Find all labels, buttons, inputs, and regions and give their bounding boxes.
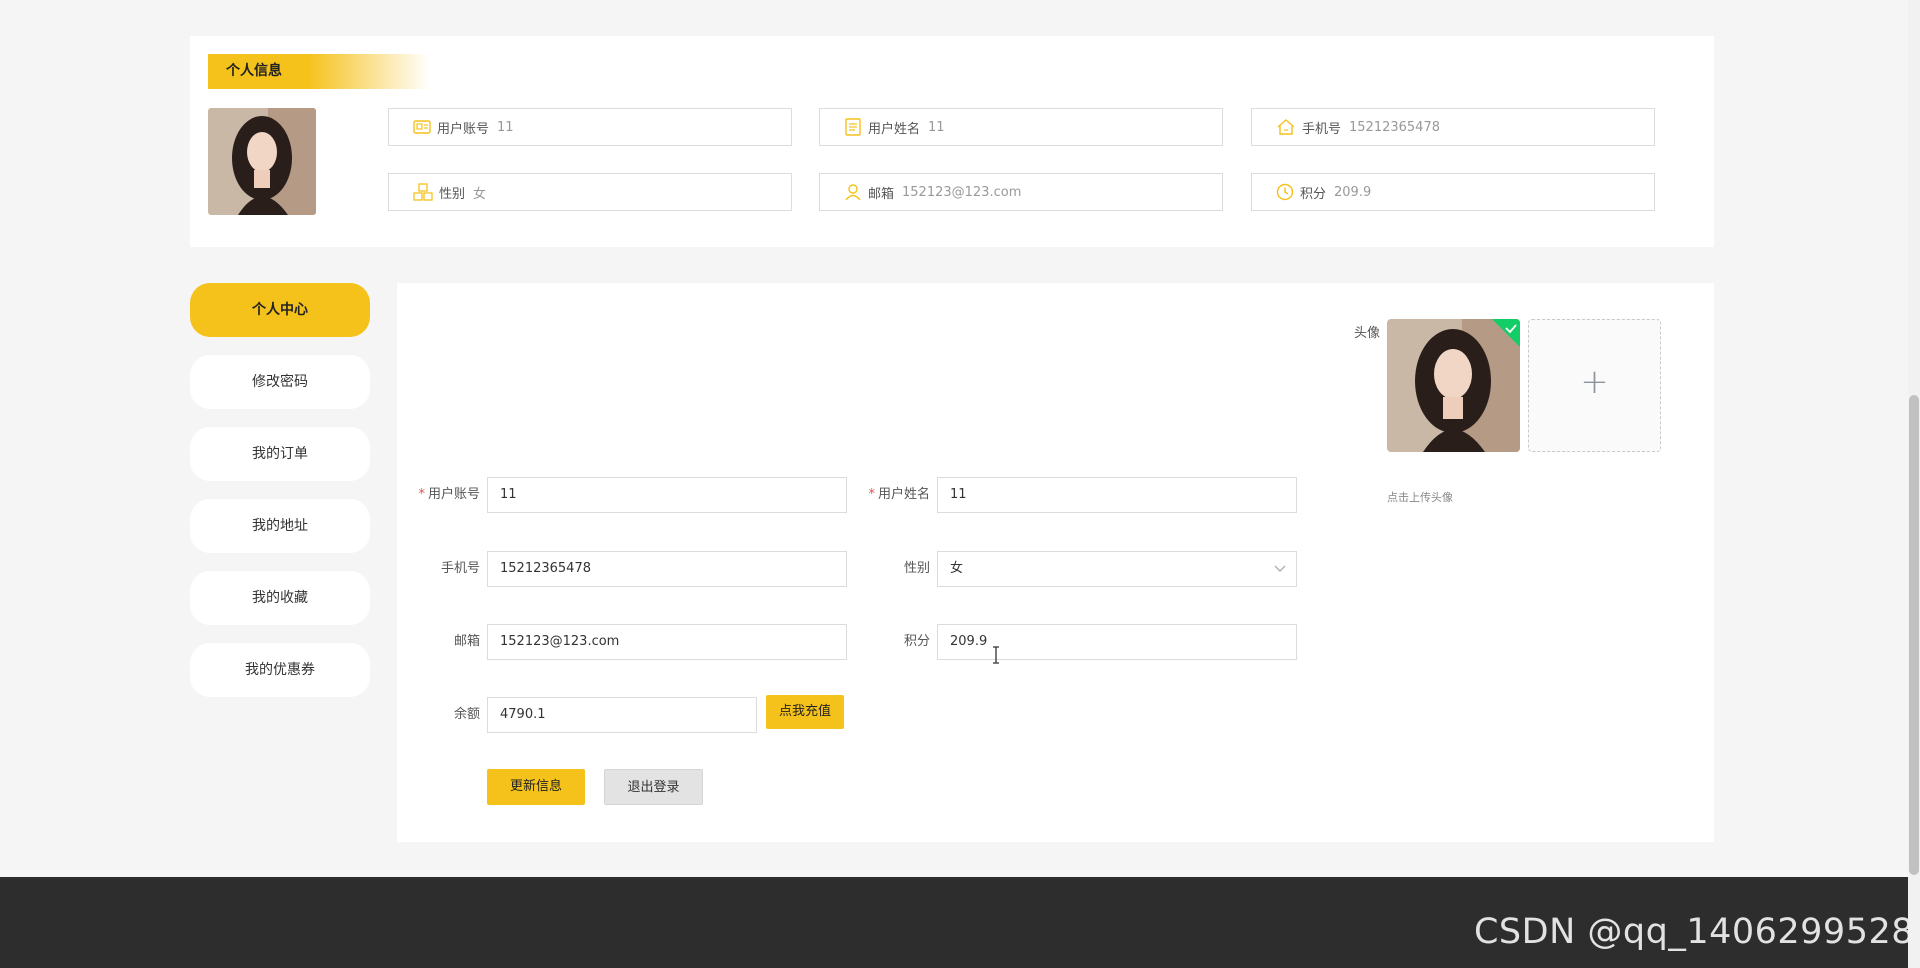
points-label: 积分: [903, 634, 930, 649]
sidebar-item-my-coupons[interactable]: 我的优惠券: [190, 643, 370, 697]
phone-label: 手机号: [440, 561, 480, 576]
info-account: 用户账号 11: [388, 108, 792, 146]
info-gender: 性别 女: [388, 173, 792, 211]
name-label-text: 用户姓名: [877, 487, 930, 502]
logout-button[interactable]: 退出登录: [604, 769, 703, 805]
chevron-down-icon: [1274, 565, 1286, 572]
info-email: 邮箱 152123@123.com: [819, 173, 1223, 211]
profile-avatar: [208, 108, 316, 215]
info-email-value: 152123@123.com: [902, 184, 1022, 200]
personal-info-title: 个人信息: [208, 54, 430, 89]
points-input[interactable]: 209.9: [937, 624, 1297, 660]
account-input[interactable]: 11: [487, 477, 847, 513]
info-phone-value: 15212365478: [1349, 119, 1440, 135]
id-card-icon: [413, 120, 431, 134]
home-icon: [1277, 119, 1295, 135]
sidebar-item-my-address[interactable]: 我的地址: [190, 499, 370, 553]
info-name-value: 11: [928, 119, 945, 135]
required-mark: *: [868, 487, 875, 502]
info-phone-label: 手机号: [1302, 121, 1342, 137]
sidebar-item-my-orders[interactable]: 我的订单: [190, 427, 370, 481]
email-input[interactable]: 152123@123.com: [487, 624, 847, 660]
cubes-icon: [413, 183, 433, 201]
gender-label: 性别: [903, 561, 930, 576]
recharge-button[interactable]: 点我充值: [766, 695, 844, 729]
account-label-text: 用户账号: [427, 487, 480, 502]
gender-select[interactable]: 女: [937, 551, 1297, 587]
update-info-button[interactable]: 更新信息: [487, 769, 585, 805]
document-icon: [845, 118, 861, 136]
balance-label: 余额: [453, 707, 480, 722]
name-label: * 用户姓名: [866, 477, 930, 513]
avatar-upload-button[interactable]: +: [1528, 319, 1661, 452]
info-gender-label: 性别: [439, 186, 466, 202]
text-cursor-icon: [993, 646, 999, 664]
info-phone: 手机号 15212365478: [1251, 108, 1655, 146]
upload-hint: 点击上传头像: [1387, 491, 1453, 504]
info-name: 用户姓名 11: [819, 108, 1223, 146]
info-account-value: 11: [497, 119, 514, 135]
email-label: 邮箱: [453, 634, 480, 649]
phone-input[interactable]: 15212365478: [487, 551, 847, 587]
info-points-label: 积分: [1300, 186, 1327, 202]
uploaded-avatar[interactable]: [1387, 319, 1520, 452]
info-points-value: 209.9: [1334, 184, 1372, 200]
user-icon: [845, 184, 861, 201]
points-input-value: 209.9: [950, 634, 988, 649]
scrollbar-thumb[interactable]: [1909, 395, 1919, 875]
info-points: 积分 209.9: [1251, 173, 1655, 211]
info-account-label: 用户账号: [437, 121, 490, 137]
name-input[interactable]: 11: [937, 477, 1297, 513]
clock-icon: [1276, 183, 1294, 201]
sidebar-item-personal-center[interactable]: 个人中心: [190, 283, 370, 337]
info-gender-value: 女: [473, 186, 487, 202]
sidebar-item-change-password[interactable]: 修改密码: [190, 355, 370, 409]
sidebar-item-my-favorites[interactable]: 我的收藏: [190, 571, 370, 625]
account-label: * 用户账号: [418, 477, 480, 513]
plus-icon: +: [1580, 362, 1609, 402]
info-name-label: 用户姓名: [868, 121, 921, 137]
balance-input[interactable]: 4790.1: [487, 697, 757, 733]
info-email-label: 邮箱: [868, 186, 895, 202]
csdn-watermark: CSDN @qq_1406299528: [1473, 912, 1914, 952]
gender-select-value: 女: [950, 561, 964, 576]
avatar-label: 头像: [1353, 326, 1380, 341]
required-mark: *: [418, 487, 425, 502]
